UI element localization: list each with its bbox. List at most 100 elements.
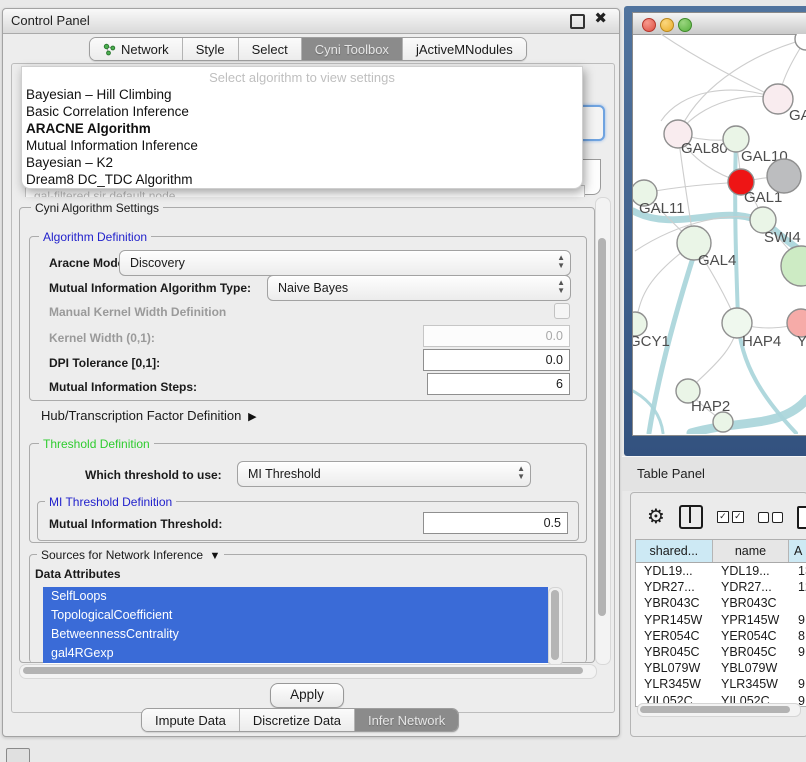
control-panel-titlebar[interactable]: Control Panel ✖ [3, 9, 619, 34]
table-cell: YBR045C [713, 644, 790, 660]
network-node[interactable] [713, 412, 733, 432]
attribute-item[interactable]: BetweennessCentrality [43, 625, 548, 644]
table-cell: YBR043C [636, 595, 713, 611]
bottom-tabs: Impute Data Discretize DataInfer Network [141, 708, 459, 732]
tab-style[interactable]: Style [183, 38, 239, 60]
settings-hscrollbar-thumb[interactable] [23, 667, 583, 674]
node-label: GAL11 [639, 200, 685, 217]
float-icon[interactable] [570, 14, 585, 29]
bottom-tab-infer-network[interactable]: Infer Network [355, 709, 458, 731]
algorithm-option[interactable]: ARACNE Algorithm [22, 120, 582, 137]
aracne-mode-select[interactable]: Discovery ▲▼ [119, 250, 571, 276]
column-header[interactable]: A [789, 540, 806, 562]
table-cell: 12 [790, 579, 806, 595]
which-threshold-select[interactable]: MI Threshold ▲▼ [237, 461, 531, 487]
close-icon[interactable]: ✖ [594, 12, 607, 25]
gear-icon[interactable]: ⚙ [647, 507, 665, 527]
table-row[interactable]: YER054CYER054C8. [636, 628, 806, 644]
table-horizontal-scrollbar[interactable] [637, 703, 801, 717]
table-hscrollbar-thumb[interactable] [640, 706, 790, 713]
mi-type-select[interactable]: Naive Bayes ▲▼ [267, 275, 571, 301]
table-row[interactable]: YLR345WYLR345W9. [636, 676, 806, 692]
algorithm-option[interactable]: Mutual Information Inference [22, 137, 582, 154]
table-panel-toolbar: ⚙ ✓✓ [631, 501, 806, 533]
network-node[interactable] [767, 159, 801, 193]
table-row[interactable]: YPR145WYPR145W9. [636, 612, 806, 628]
network-edge[interactable] [661, 90, 778, 121]
screen: Control Panel ✖ NetworkStyle Select Cyni T… [0, 0, 806, 762]
table-panel-header: Table Panel [622, 456, 806, 491]
mi-type-label: Mutual Information Algorithm Type: [49, 281, 251, 295]
network-icon [103, 43, 116, 56]
columns-icon[interactable] [679, 505, 703, 529]
network-node[interactable] [781, 246, 806, 286]
sources-group-title[interactable]: Sources for Network Inference ▼ [37, 548, 224, 562]
table-row[interactable]: YBR043CYBR043C [636, 595, 806, 611]
network-node[interactable] [795, 34, 806, 50]
attribute-item[interactable]: gal4RGexp [43, 644, 548, 663]
zoom-window-icon[interactable] [678, 18, 692, 32]
manual-kernel-checkbox[interactable] [554, 303, 570, 319]
which-threshold-value: MI Threshold [248, 467, 321, 481]
table-cell: YDL19... [636, 563, 713, 579]
chevron-right-icon: ▶ [245, 411, 257, 423]
deselect-all-checks-icon[interactable] [758, 512, 783, 523]
minimize-window-icon[interactable] [660, 18, 674, 32]
attributes-scrollbar[interactable] [548, 587, 563, 666]
hub-definition-toggle[interactable]: Hub/Transcription Factor Definition ▶ [41, 408, 257, 423]
tab-label: Select [252, 42, 288, 57]
attribute-item[interactable]: SelfLoops [43, 587, 548, 606]
tab-select[interactable]: Select [239, 38, 302, 60]
settings-horizontal-scrollbar[interactable] [19, 664, 597, 679]
close-window-icon[interactable] [642, 18, 656, 32]
node-label: GAL4 [698, 252, 736, 269]
node-label: HAP4 [742, 333, 781, 350]
table-row[interactable]: YBL079WYBL079W [636, 660, 806, 676]
attributes-scrollbar-thumb[interactable] [551, 590, 559, 660]
table-cell: 9. [790, 676, 806, 692]
mini-widget[interactable] [6, 748, 30, 762]
mi-threshold-label: Mutual Information Threshold: [49, 517, 222, 531]
table-row[interactable]: YBR045CYBR045C9. [636, 644, 806, 660]
network-edge[interactable] [644, 182, 741, 193]
mi-threshold-input[interactable]: 0.5 [423, 512, 568, 534]
kernel-width-input[interactable]: 0.0 [423, 325, 570, 347]
column-header[interactable]: name [713, 540, 790, 562]
algorithm-dropdown-items: Bayesian – Hill ClimbingBasic Correlatio… [22, 86, 582, 188]
tab-cyni-toolbox[interactable]: Cyni Toolbox [302, 38, 403, 60]
bottom-tab-impute-data[interactable]: Impute Data [142, 709, 240, 731]
tab-label: Impute Data [155, 713, 226, 728]
table-body: YDL19...YDL19...13YDR27...YDR27...12YBR0… [636, 563, 806, 707]
attribute-item[interactable]: TopologicalCoefficient [43, 606, 548, 625]
column-header[interactable]: shared... [636, 540, 713, 562]
settings-scrollbar-thumb[interactable] [598, 238, 606, 616]
network-view-frame[interactable]: GALGAL80GAL10GAL1GAL11SWI4GAL4GCY1HAP4YH… [624, 6, 806, 456]
network-canvas[interactable]: GALGAL80GAL10GAL1GAL11SWI4GAL4GCY1HAP4YH… [633, 34, 806, 434]
tab-network[interactable]: Network [90, 38, 183, 60]
node-label: Y [797, 333, 806, 350]
table-row[interactable]: YDR27...YDR27...12 [636, 579, 806, 595]
algorithm-option[interactable]: Basic Correlation Inference [22, 103, 582, 120]
table-cell [790, 595, 806, 611]
node-label: GAL [789, 107, 806, 124]
apply-button[interactable]: Apply [270, 683, 344, 708]
tab-jactivemnodules[interactable]: jActiveMNodules [403, 38, 526, 60]
select-all-checks-icon[interactable]: ✓✓ [717, 511, 744, 523]
network-edge[interactable] [661, 34, 778, 99]
algorithm-option[interactable]: Bayesian – K2 [22, 154, 582, 171]
network-window-titlebar[interactable] [633, 13, 806, 35]
control-panel-window: Control Panel ✖ NetworkStyle Select Cyni T… [2, 8, 620, 737]
bottom-tab-discretize-data[interactable]: Discretize Data [240, 709, 355, 731]
stepper-icon: ▲▼ [557, 254, 565, 270]
data-attributes-list[interactable]: SelfLoopsTopologicalCoefficientBetweenne… [43, 587, 548, 664]
aracne-mode-value: Discovery [130, 256, 185, 270]
algorithm-option[interactable]: Dream8 DC_TDC Algorithm [22, 171, 582, 188]
settings-vertical-scrollbar[interactable] [595, 197, 611, 665]
document-icon[interactable] [797, 506, 806, 529]
control-panel-title: Control Panel [11, 13, 90, 28]
table-row[interactable]: YDL19...YDL19...13 [636, 563, 806, 579]
algorithm-option[interactable]: Bayesian – Hill Climbing [22, 86, 582, 103]
table-cell: 13 [790, 563, 806, 579]
dpi-tolerance-input[interactable]: 0.0 [423, 349, 570, 371]
mi-steps-input[interactable]: 6 [427, 373, 570, 395]
